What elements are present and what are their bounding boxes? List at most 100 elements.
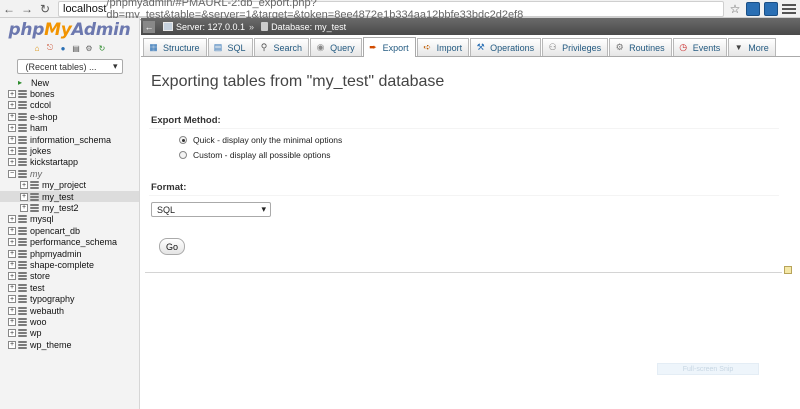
tab-privileges[interactable]: ⚇ Privileges: [542, 38, 609, 56]
expand-icon[interactable]: +: [8, 90, 16, 99]
breadcrumb-database[interactable]: Database: my_test: [271, 22, 346, 32]
extension-icon[interactable]: [746, 1, 760, 16]
tab-export[interactable]: ➨ Export: [362, 37, 416, 57]
tree-item-label: performance_schema: [30, 237, 118, 248]
tree-item-database[interactable]: + wp_theme: [0, 339, 139, 350]
tree-item-database[interactable]: + typography: [0, 293, 139, 304]
expand-icon[interactable]: +: [8, 238, 16, 247]
tree-item-table[interactable]: + my_test: [0, 190, 139, 203]
expand-icon[interactable]: +: [8, 158, 16, 167]
expand-icon[interactable]: +: [8, 112, 16, 121]
tree-item-database[interactable]: + webauth: [0, 305, 139, 316]
custom-option-label[interactable]: Custom - display all possible options: [193, 150, 330, 160]
tree-group-my[interactable]: − my: [0, 168, 139, 179]
breadcrumb-server[interactable]: Server: 127.0.0.1: [176, 22, 245, 32]
export-method-custom-option[interactable]: Custom - display all possible options: [179, 150, 800, 160]
tree-item-new[interactable]: ▸ New: [0, 77, 139, 88]
tree-item-database[interactable]: + store: [0, 271, 139, 282]
expand-icon[interactable]: +: [8, 101, 16, 110]
phpmyadmin-logo[interactable]: php My Admin: [0, 18, 139, 40]
main-content: ← Server: 127.0.0.1 » Database: my_test …: [141, 18, 800, 409]
quick-option-label[interactable]: Quick - display only the minimal options: [193, 135, 342, 145]
tab-search[interactable]: ⚲ Search: [253, 38, 310, 56]
settings-icon[interactable]: ⚙: [84, 43, 94, 53]
tree-item-database[interactable]: + information_schema: [0, 134, 139, 145]
address-bar[interactable]: localhost/phpmyadmin/#PMAURL-2:db_export…: [58, 0, 724, 21]
expand-icon[interactable]: +: [8, 147, 16, 156]
tree-item-table[interactable]: + my_project: [0, 180, 139, 191]
page-settings-icon[interactable]: [784, 266, 792, 274]
reload-icon[interactable]: ↻: [36, 0, 54, 18]
expand-icon[interactable]: +: [20, 192, 28, 201]
expand-icon[interactable]: +: [8, 295, 16, 304]
expand-icon[interactable]: +: [8, 272, 16, 281]
tree-item-database[interactable]: + woo: [0, 316, 139, 327]
expand-icon[interactable]: +: [8, 124, 16, 133]
collapse-icon[interactable]: −: [8, 169, 16, 178]
tree-item-label: bones: [30, 89, 55, 100]
tree-item-database[interactable]: + bones: [0, 88, 139, 99]
tree-item-label: my_project: [42, 180, 87, 191]
bookmark-star-icon[interactable]: ☆: [728, 2, 742, 16]
expand-icon[interactable]: +: [8, 226, 16, 235]
home-icon[interactable]: ⌂: [32, 43, 42, 53]
tree-item-label: jokes: [30, 146, 52, 157]
tab-import[interactable]: ➪ Import: [416, 38, 470, 56]
tree-item-label: mysql: [30, 214, 54, 225]
tree-item-database[interactable]: + wp: [0, 328, 139, 339]
database-icon: [30, 192, 39, 201]
recent-tables-select[interactable]: (Recent tables) ... ▾: [16, 59, 123, 74]
expand-icon[interactable]: +: [20, 203, 28, 212]
extension-icon[interactable]: [764, 1, 778, 16]
tree-item-database[interactable]: + shape-complete: [0, 259, 139, 270]
tree-item-label: typography: [30, 294, 75, 305]
expand-icon[interactable]: +: [8, 317, 16, 326]
expand-icon[interactable]: +: [8, 215, 16, 224]
format-label: Format:: [151, 182, 187, 193]
reload-navigation-icon[interactable]: ↻: [97, 43, 107, 53]
expand-icon[interactable]: +: [8, 329, 16, 338]
tab-more[interactable]: ▼ More: [728, 38, 776, 56]
tree-item-table[interactable]: + my_test2: [0, 202, 139, 213]
tab-routines[interactable]: ⚙ Routines: [609, 38, 672, 56]
tree-item-database[interactable]: + test: [0, 282, 139, 293]
tree-item-database[interactable]: + phpmyadmin: [0, 248, 139, 259]
tab-query[interactable]: ◉ Query: [310, 38, 362, 56]
tree-item-database[interactable]: + e-shop: [0, 111, 139, 122]
tab-sql[interactable]: ▤ SQL: [207, 38, 253, 56]
expand-icon[interactable]: +: [8, 249, 16, 258]
quick-radio[interactable]: [179, 136, 187, 144]
expand-icon[interactable]: +: [8, 340, 16, 349]
tab-operations[interactable]: ⚒ Operations: [470, 38, 542, 56]
browser-menu-icon[interactable]: [782, 2, 796, 16]
divider: [149, 195, 779, 196]
expand-icon[interactable]: +: [8, 135, 16, 144]
tree-item-database[interactable]: + cdcol: [0, 100, 139, 111]
tab-structure[interactable]: ▦ Structure: [143, 38, 207, 56]
tab-label: Operations: [490, 42, 535, 53]
tree-item-database[interactable]: + ham: [0, 123, 139, 134]
forward-icon[interactable]: →: [18, 0, 36, 18]
export-method-quick-option[interactable]: Quick - display only the minimal options: [179, 135, 800, 145]
expand-icon[interactable]: +: [8, 260, 16, 269]
database-icon: [18, 317, 27, 326]
custom-radio[interactable]: [179, 151, 187, 159]
go-button[interactable]: Go: [159, 238, 185, 255]
expand-icon[interactable]: +: [20, 181, 28, 190]
tab-events[interactable]: ◷ Events: [672, 38, 728, 56]
tree-item-database[interactable]: + opencart_db: [0, 225, 139, 236]
tree-item-database[interactable]: + mysql: [0, 214, 139, 225]
help-icon[interactable]: ●: [58, 43, 68, 53]
tree-item-database[interactable]: + performance_schema: [0, 236, 139, 247]
logout-icon[interactable]: ⎋: [45, 43, 55, 53]
collapse-navigation-icon[interactable]: ←: [143, 20, 155, 33]
tree-item-database[interactable]: + kickstartapp: [0, 157, 139, 168]
database-icon: [18, 306, 27, 315]
documentation-icon[interactable]: ▤: [71, 43, 81, 53]
tree-item-database[interactable]: + jokes: [0, 145, 139, 156]
format-select[interactable]: SQL ▾: [151, 202, 271, 217]
navigation-icons: ⌂ ⎋ ● ▤ ⚙ ↻: [0, 43, 139, 55]
expand-icon[interactable]: +: [8, 306, 16, 315]
expand-icon[interactable]: +: [8, 283, 16, 292]
back-icon[interactable]: ←: [0, 0, 18, 18]
